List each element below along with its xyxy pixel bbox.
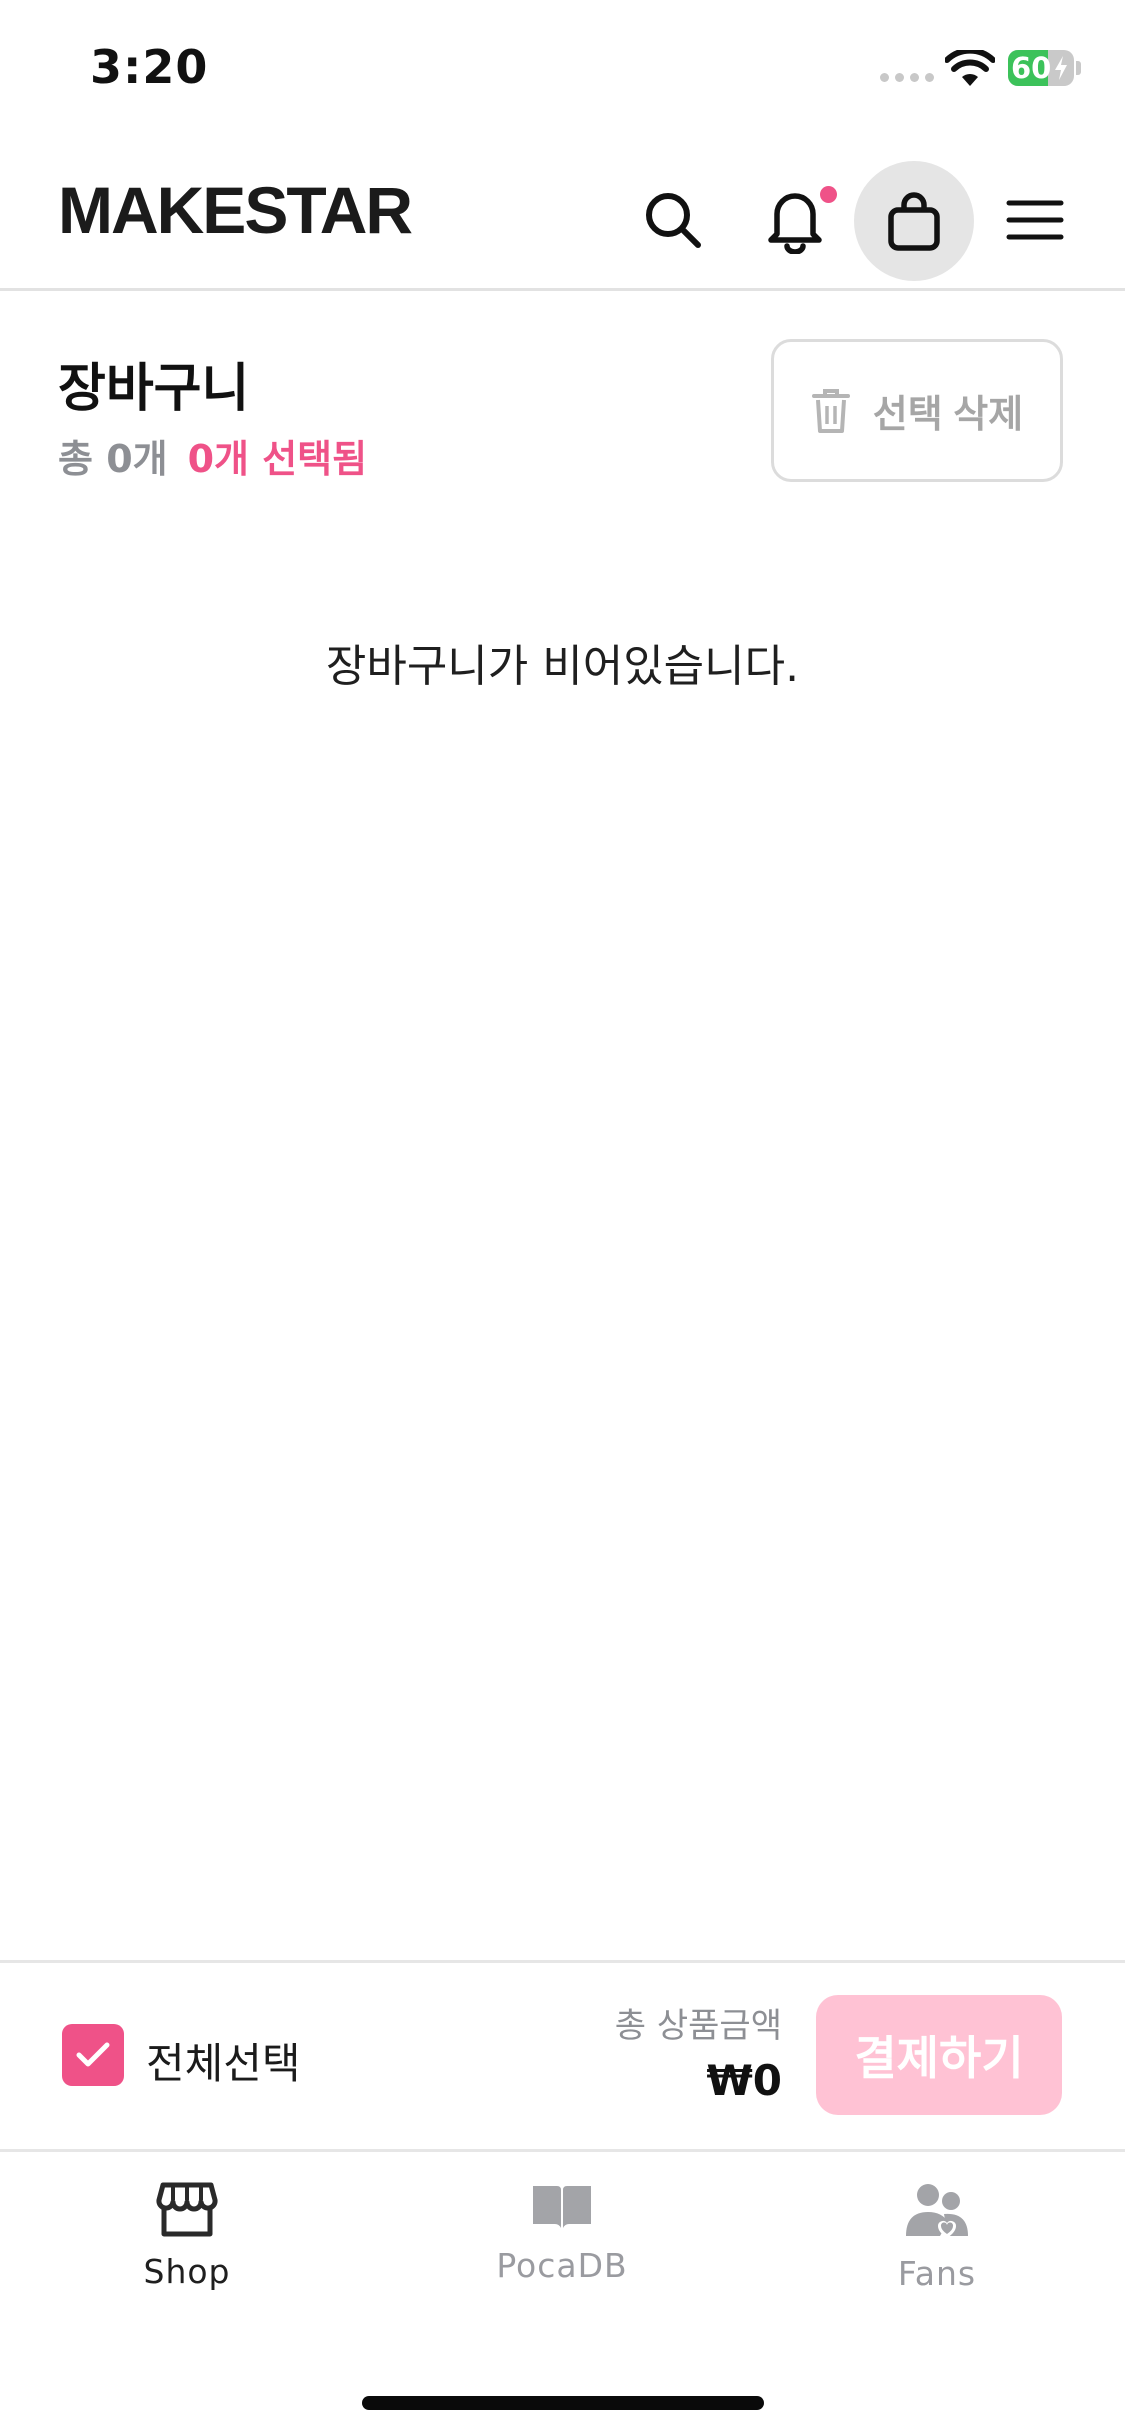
- tab-fans[interactable]: Fans: [812, 2182, 1062, 2293]
- book-icon: [533, 2186, 591, 2228]
- page-title: 장바구니: [58, 359, 250, 419]
- checkout-button[interactable]: 결제하기: [816, 1995, 1062, 2115]
- home-indicator: [362, 2396, 764, 2410]
- delete-selected-button[interactable]: 선택 삭제: [771, 339, 1063, 482]
- battery-indicator: 60: [1008, 50, 1074, 86]
- selected-item-count: 0개 선택됨: [187, 437, 368, 481]
- tab-pocadb[interactable]: PocaDB: [437, 2182, 687, 2285]
- cellular-signal-icon: [880, 73, 934, 82]
- select-all-checkbox[interactable]: [62, 2024, 124, 2086]
- battery-cap: [1076, 61, 1081, 75]
- status-time: 3:20: [90, 40, 209, 94]
- total-item-count: 총 0개: [58, 437, 168, 481]
- makestar-logo[interactable]: MAKESTAR: [58, 172, 413, 248]
- search-button[interactable]: [633, 180, 713, 260]
- charging-bolt-icon: [1055, 56, 1067, 80]
- hamburger-menu-icon: [1006, 200, 1064, 240]
- wifi-icon: [944, 47, 996, 92]
- cart-counts: 총 0개 0개 선택됨: [58, 428, 367, 483]
- delete-selected-label: 선택 삭제: [872, 394, 1024, 436]
- empty-cart-message: 장바구니가 비어있습니다.: [325, 641, 800, 692]
- battery-level: 60: [1011, 51, 1052, 85]
- search-icon: [646, 193, 701, 248]
- select-all-label[interactable]: 전체선택: [146, 2030, 301, 2091]
- header-divider: [0, 288, 1125, 291]
- tab-shop[interactable]: Shop: [62, 2182, 312, 2291]
- shopping-bag-icon: [888, 192, 940, 251]
- trash-icon: [811, 388, 850, 433]
- notification-dot: [820, 186, 837, 203]
- tab-pocadb-label: PocaDB: [496, 2246, 628, 2285]
- checkmark-icon: [76, 2042, 110, 2067]
- tab-fans-label: Fans: [897, 2254, 977, 2293]
- storefront-icon: [156, 2182, 218, 2237]
- total-price-value: ₩0: [706, 2056, 782, 2105]
- users-heart-icon: [906, 2184, 968, 2238]
- menu-button[interactable]: [995, 180, 1075, 260]
- tab-shop-label: Shop: [143, 2252, 231, 2291]
- bell-icon: [768, 193, 822, 254]
- total-price-label: 총 상품금액: [614, 2006, 782, 2046]
- cart-button[interactable]: [854, 161, 974, 281]
